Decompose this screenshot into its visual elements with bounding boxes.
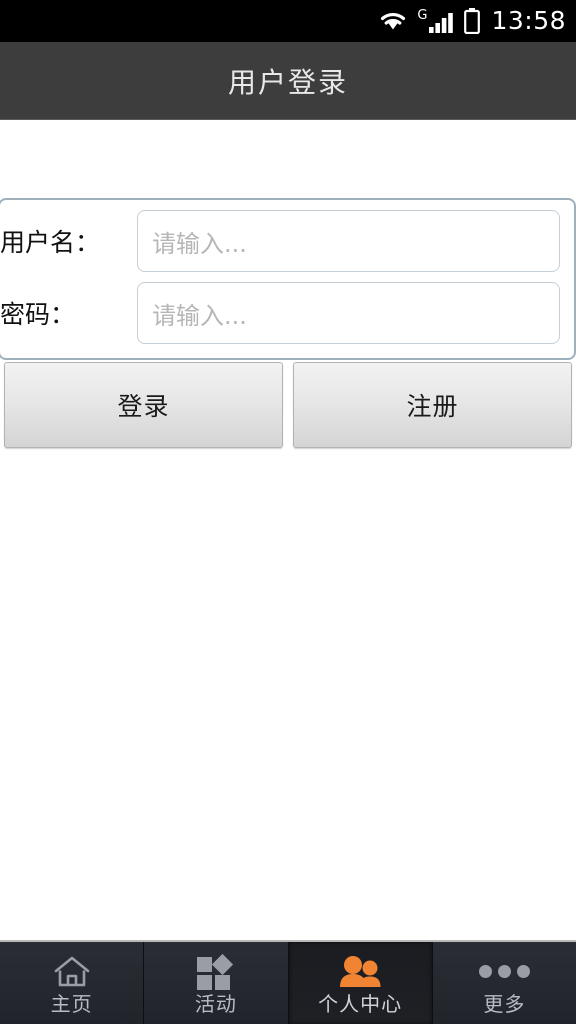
password-row: 密码： 请输入...: [0, 280, 570, 346]
bottom-navigation-bar: 主页 活动 个人中心 更多: [0, 940, 576, 1024]
nav-label-more: 更多: [483, 991, 526, 1016]
title-bar: 用户登录: [0, 42, 576, 120]
username-row: 用户名： 请输入...: [0, 208, 570, 274]
nav-tab-activity[interactable]: 活动: [144, 942, 289, 1024]
login-button[interactable]: 登录: [4, 362, 283, 448]
people-icon: [337, 953, 383, 991]
nav-tab-home[interactable]: 主页: [0, 942, 145, 1024]
signal-bars-icon: G: [417, 9, 455, 34]
network-type-label: G: [417, 7, 428, 23]
grid-activity-icon: [196, 953, 235, 991]
battery-icon: [464, 8, 481, 34]
password-input[interactable]: 请输入...: [137, 282, 560, 344]
username-label: 用户名：: [0, 228, 101, 257]
register-button[interactable]: 注册: [293, 362, 572, 448]
nav-tab-profile[interactable]: 个人中心: [288, 942, 433, 1024]
status-bar-clock: 13:58: [491, 6, 566, 35]
login-form-card: 用户名： 请输入... 密码： 请输入...: [0, 198, 576, 360]
page-title: 用户登录: [227, 65, 348, 99]
nav-label-profile: 个人中心: [318, 991, 403, 1016]
nav-tab-more[interactable]: 更多: [432, 942, 576, 1024]
status-bar: G 13:58: [0, 0, 576, 42]
username-input[interactable]: 请输入...: [137, 210, 560, 272]
nav-label-activity: 活动: [194, 991, 237, 1016]
action-button-row: 登录 注册: [0, 362, 576, 450]
wifi-icon: [378, 9, 408, 33]
home-icon: [53, 953, 91, 991]
more-dots-icon: [478, 953, 530, 991]
nav-label-home: 主页: [50, 991, 93, 1016]
content-area: 用户名： 请输入... 密码： 请输入... 登录 注册: [0, 120, 576, 940]
password-label: 密码：: [0, 300, 76, 329]
